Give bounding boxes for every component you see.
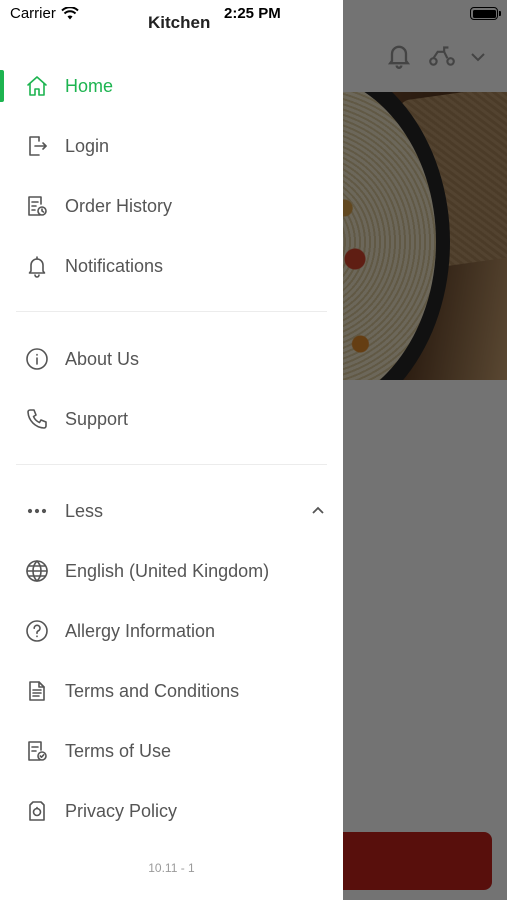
menu-item-login[interactable]: Login xyxy=(0,116,343,176)
menu-item-about-us[interactable]: About Us xyxy=(0,329,343,389)
battery-tip xyxy=(499,11,501,16)
menu-divider xyxy=(16,464,327,465)
active-indicator xyxy=(0,70,4,102)
menu-divider xyxy=(16,311,327,312)
carrier-indicator: Carrier xyxy=(10,5,79,22)
menu-item-label: Privacy Policy xyxy=(65,800,178,821)
question-icon xyxy=(25,619,49,643)
document-check-icon xyxy=(25,739,49,763)
menu-item-label: Notifications xyxy=(65,255,164,276)
menu-item-terms-of-use[interactable]: Terms of Use xyxy=(0,721,343,781)
menu-item-label: Allergy Information xyxy=(65,620,216,641)
side-drawer: Kitchen Home Login Order History Notific… xyxy=(0,0,343,900)
menu-item-terms-and-conditions[interactable]: Terms and Conditions xyxy=(0,661,343,721)
menu-item-label: About Us xyxy=(65,348,140,369)
status-time: 2:25 PM xyxy=(224,5,281,22)
battery-level xyxy=(472,9,496,18)
chevron-up-icon xyxy=(310,503,326,519)
menu-item-label: Login xyxy=(65,135,110,156)
menu-item-label: Order History xyxy=(65,195,173,216)
home-icon xyxy=(25,74,49,98)
battery-icon xyxy=(470,7,501,20)
menu-item-notifications[interactable]: Notifications xyxy=(0,236,343,296)
order-history-icon xyxy=(25,194,49,218)
globe-icon xyxy=(25,559,49,583)
app-version: 10.11 - 1 xyxy=(148,861,195,875)
menu-item-allergy-information[interactable]: Allergy Information xyxy=(0,601,343,661)
menu-item-label: Home xyxy=(65,75,114,96)
menu-item-label: Less xyxy=(65,500,104,521)
menu-item-order-history[interactable]: Order History xyxy=(0,176,343,236)
menu-item-language[interactable]: English (United Kingdom) xyxy=(0,541,343,601)
carrier-label: Carrier xyxy=(10,5,56,22)
menu-item-home[interactable]: Home xyxy=(0,56,343,116)
document-icon xyxy=(25,679,49,703)
wifi-icon xyxy=(61,7,79,20)
info-icon xyxy=(25,347,49,371)
menu-item-label: English (United Kingdom) xyxy=(65,560,270,581)
status-bar: Carrier 2:25 PM xyxy=(0,0,507,28)
menu-toggle-less[interactable]: Less xyxy=(0,481,343,541)
menu-item-label: Support xyxy=(65,408,129,429)
menu-item-label: Terms of Use xyxy=(65,740,172,761)
login-icon xyxy=(25,134,49,158)
privacy-icon xyxy=(25,799,49,823)
menu-item-support[interactable]: Support xyxy=(0,389,343,449)
more-dots-icon xyxy=(25,499,49,523)
menu-item-privacy-policy[interactable]: Privacy Policy xyxy=(0,781,343,841)
phone-icon xyxy=(25,407,49,431)
bell-icon xyxy=(25,254,49,278)
menu-item-label: Terms and Conditions xyxy=(65,680,240,701)
